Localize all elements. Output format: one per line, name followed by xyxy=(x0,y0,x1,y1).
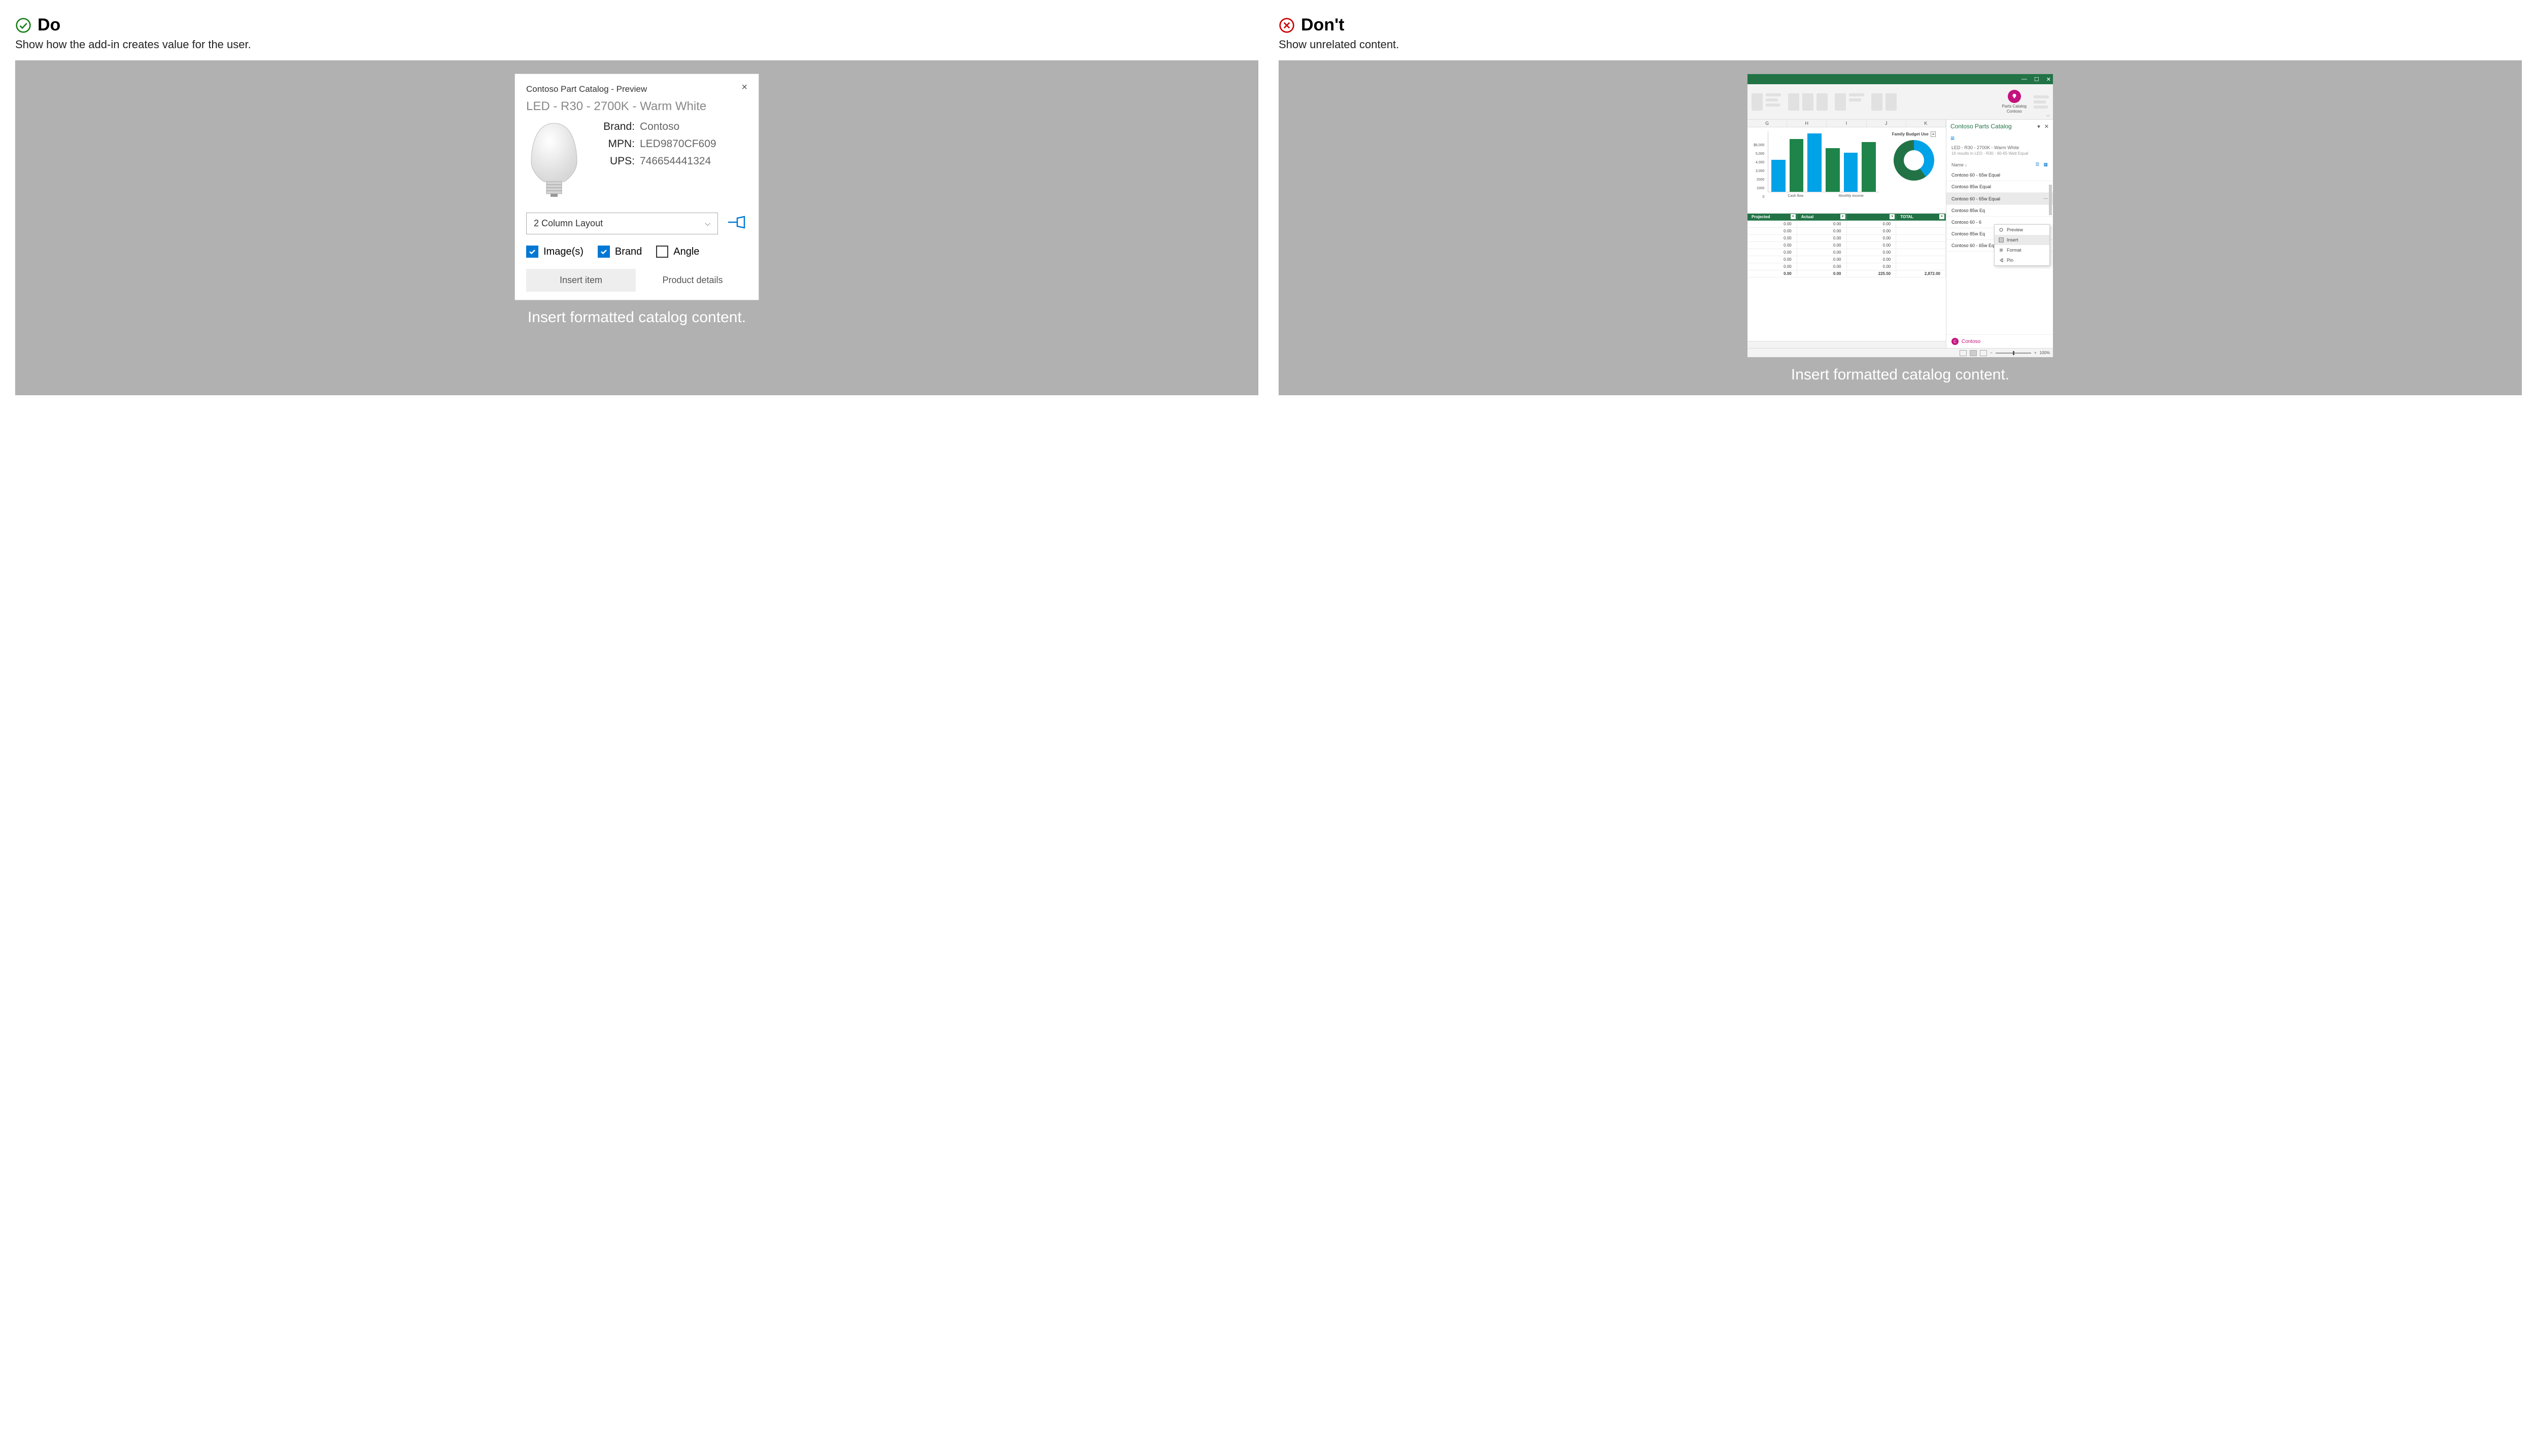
checkbox-row: Image(s) Brand Angle xyxy=(526,246,747,258)
addin-ribbon-button[interactable]: Parts CatalogContoso xyxy=(2002,90,2027,114)
menu-preview[interactable]: Preview xyxy=(1995,225,2049,235)
dropdown-icon[interactable]: ▾ xyxy=(1890,214,1895,219)
list-item[interactable]: Contoso 85w Equal xyxy=(1946,181,2053,193)
data-table[interactable]: Projected▾ Actual▾ ▾ TOTAL▾ 0.000.000.00… xyxy=(1747,214,1946,341)
mpn-label: MPN: xyxy=(594,138,635,150)
chevron-down-icon: ⌵ xyxy=(705,219,710,228)
filter-icon[interactable]: ≡ xyxy=(1931,131,1936,137)
dont-subtitle: Show unrelated content. xyxy=(1279,38,2522,51)
list-view-icon[interactable]: ☰ xyxy=(2035,162,2039,167)
zoom-out-icon[interactable]: − xyxy=(1990,351,1993,355)
pane-menu-icon[interactable]: ▾ xyxy=(2037,123,2040,130)
hamburger-icon[interactable]: ≡ xyxy=(1946,133,2053,143)
pane-title: Contoso Parts Catalog xyxy=(1950,123,2012,130)
horizontal-scrollbar[interactable] xyxy=(1747,341,1946,348)
view-break-icon[interactable] xyxy=(1980,350,1987,356)
dropdown-icon[interactable]: ▾ xyxy=(1791,214,1796,219)
dont-column: Don't Show unrelated content. — ☐ ✕ xyxy=(1279,15,2522,395)
sort-arrow-icon[interactable]: ↓ xyxy=(1965,162,1968,167)
zoom-slider[interactable] xyxy=(1996,353,2031,354)
task-pane: Contoso Parts Catalog ▾ ✕ ≡ LED - R30 - 2… xyxy=(1946,120,2053,348)
menu-format[interactable]: Format xyxy=(1995,245,2049,255)
product-specs: Brand: Contoso MPN: LED9870CF609 UPS: 74665… xyxy=(594,121,747,199)
close-window-icon[interactable]: ✕ xyxy=(2046,76,2051,83)
brand-checkbox[interactable]: Brand xyxy=(598,246,642,258)
menu-pin[interactable]: Pin xyxy=(1995,255,2049,265)
window-titlebar: — ☐ ✕ xyxy=(1747,74,2053,84)
pane-subtitle: LED - R30 - 2700K - Warm White xyxy=(1946,143,2053,151)
check-icon xyxy=(15,17,31,33)
product-title: LED - R30 - 2700K - Warm White xyxy=(526,99,747,114)
dialog-title: Contoso Part Catalog - Preview xyxy=(526,84,647,94)
column-headers: G H I J K xyxy=(1747,120,1946,127)
layout-select-value: 2 Column Layout xyxy=(534,218,603,229)
spreadsheet[interactable]: G H I J K $6,0005,0004,0003,000200010000 xyxy=(1747,120,1946,348)
donut-chart: Family Budget Use≡ xyxy=(1884,131,1944,211)
view-layout-icon[interactable] xyxy=(1970,350,1977,356)
dropdown-icon[interactable]: ▾ xyxy=(1840,214,1845,219)
pane-close-icon[interactable]: ✕ xyxy=(2044,123,2049,130)
publisher-name[interactable]: Contoso xyxy=(1962,339,1980,344)
dont-frame: — ☐ ✕ Parts CatalogContoso ⌵ xyxy=(1279,60,2522,395)
do-label: Do xyxy=(38,15,60,35)
product-details-button[interactable]: Product details xyxy=(638,269,747,292)
maximize-icon[interactable]: ☐ xyxy=(2034,76,2039,83)
lightbulb-icon xyxy=(2008,90,2021,103)
brand-value: Contoso xyxy=(640,121,679,133)
preview-dialog: Contoso Part Catalog - Preview × LED - R… xyxy=(515,74,759,300)
y-axis-ticks: $6,0005,0004,0003,000200010000 xyxy=(1754,144,1764,199)
mpn-value: LED9870CF609 xyxy=(640,138,716,150)
do-caption: Insert formatted catalog content. xyxy=(19,309,1255,326)
grid-view-icon[interactable]: ▦ xyxy=(2043,162,2048,167)
more-icon[interactable]: ⋯ xyxy=(2043,196,2048,201)
dont-header: Don't xyxy=(1279,15,2522,35)
view-normal-icon[interactable] xyxy=(1960,350,1967,356)
zoom-in-icon[interactable]: + xyxy=(2034,351,2037,355)
publisher-badge: C xyxy=(1951,338,1959,345)
layout-select[interactable]: 2 Column Layout ⌵ xyxy=(526,213,718,234)
list-item-selected[interactable]: Contoso 60 - 65w Equal⋯ xyxy=(1946,193,2053,205)
dont-caption: Insert formatted catalog content. xyxy=(1282,366,2518,384)
zoom-level[interactable]: 100% xyxy=(2040,351,2050,355)
close-icon[interactable]: × xyxy=(741,84,747,90)
ups-value: 746654441324 xyxy=(640,155,711,167)
pin-icon[interactable] xyxy=(727,215,747,232)
dont-label: Don't xyxy=(1301,15,1345,35)
ups-label: UPS: xyxy=(594,155,635,167)
context-menu: Preview Insert Format Pin xyxy=(1994,224,2050,266)
status-bar: − + 100% xyxy=(1747,348,2053,357)
results-list: Contoso 60 - 65w Equal Contoso 85w Equal… xyxy=(1946,169,2053,334)
menu-insert[interactable]: Insert xyxy=(1995,235,2049,245)
vertical-scrollbar[interactable] xyxy=(2049,185,2052,215)
ribbon-expand-icon[interactable]: ⌵ xyxy=(2046,113,2050,118)
brand-label: Brand: xyxy=(594,121,635,133)
cross-icon xyxy=(1279,17,1295,33)
angle-checkbox[interactable]: Angle xyxy=(656,246,699,258)
excel-window: — ☐ ✕ Parts CatalogContoso ⌵ xyxy=(1747,74,2053,357)
pane-footer: C Contoso xyxy=(1946,334,2053,348)
ribbon: Parts CatalogContoso ⌵ xyxy=(1747,84,2053,120)
comparison-grid: Do Show how the add-in creates value for… xyxy=(15,15,2522,395)
sort-label[interactable]: Name xyxy=(1951,162,1964,167)
minimize-icon[interactable]: — xyxy=(2021,76,2027,82)
insert-item-button[interactable]: Insert item xyxy=(526,269,636,292)
do-subtitle: Show how the add-in creates value for th… xyxy=(15,38,1258,51)
product-image xyxy=(526,121,582,199)
list-item[interactable]: Contoso 60 - 65w Equal xyxy=(1946,169,2053,181)
do-header: Do xyxy=(15,15,1258,35)
list-item[interactable]: Contoso 85w Eq xyxy=(1946,205,2053,217)
do-frame: Contoso Part Catalog - Preview × LED - R… xyxy=(15,60,1258,395)
bar-chart: Cash flowMonthly income xyxy=(1768,131,1879,211)
dropdown-icon[interactable]: ▾ xyxy=(1939,214,1944,219)
images-checkbox[interactable]: Image(s) xyxy=(526,246,584,258)
pane-results-count: 16 results in LED - R30 - 60-65 Watt Equ… xyxy=(1946,151,2053,160)
do-column: Do Show how the add-in creates value for… xyxy=(15,15,1258,395)
